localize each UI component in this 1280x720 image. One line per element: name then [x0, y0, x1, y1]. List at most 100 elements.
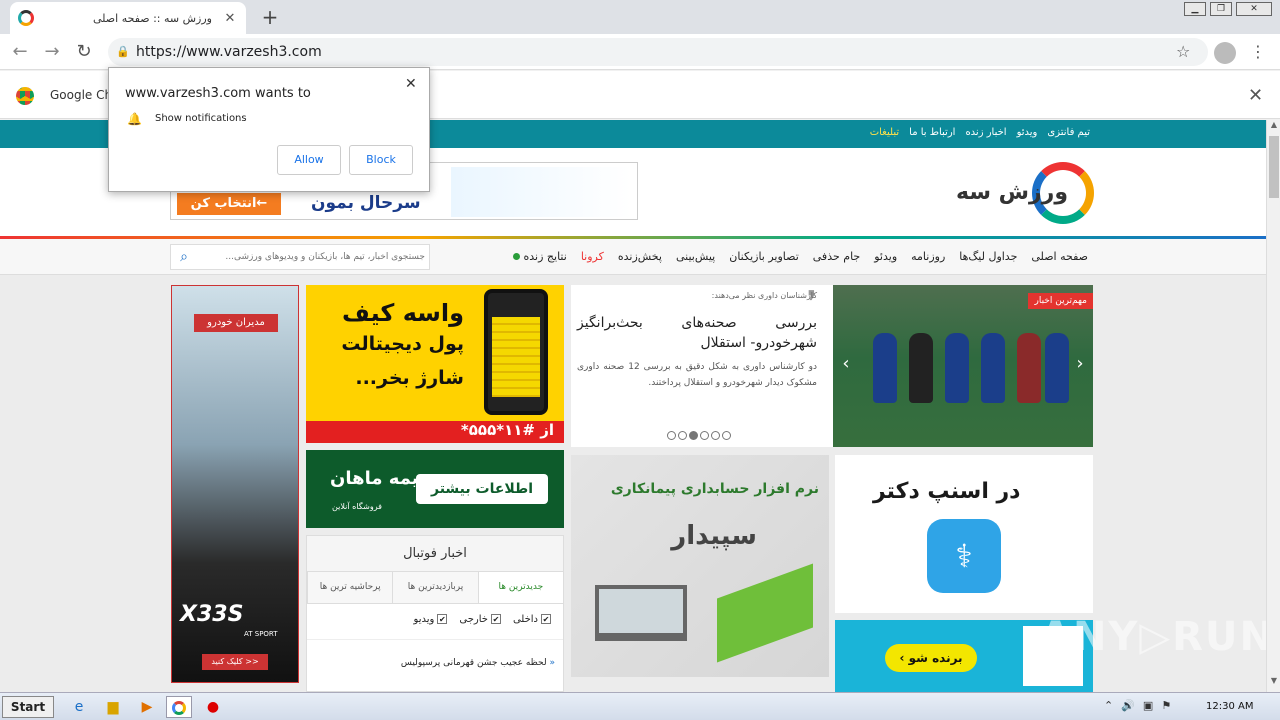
- warning-app-icon[interactable]: ●: [200, 696, 226, 718]
- charge-ad-banner[interactable]: واسه کیف پول دیجیتالت شارژ بخر... از #۱۱…: [306, 285, 564, 443]
- filter-foreign[interactable]: ✔خارجی: [459, 614, 501, 631]
- live-dot-icon: [512, 253, 520, 260]
- maximize-button[interactable]: ❐: [1210, 2, 1232, 16]
- car-ad-cta[interactable]: کلیک کنید >>: [202, 654, 268, 670]
- chrome-taskbar-icon[interactable]: [166, 696, 192, 718]
- slider-dot[interactable]: [700, 431, 709, 440]
- snapp-doctor-ad[interactable]: در اسنپ دکتر ⚕: [835, 455, 1093, 613]
- slider-headline[interactable]: بررسی صحنه‌های بحث‌برانگیز شهرخودرو- است…: [577, 313, 817, 353]
- filter-domestic[interactable]: ✔داخلی: [513, 614, 551, 631]
- nav-home[interactable]: صفحه اصلی: [1031, 250, 1088, 263]
- nav-cup[interactable]: جام حذفی: [813, 250, 860, 263]
- tab-close-icon[interactable]: ✕: [222, 11, 238, 26]
- slider-dot[interactable]: [689, 431, 698, 440]
- nav-live-results[interactable]: نتایج زنده: [512, 250, 567, 263]
- checkbox-checked-icon[interactable]: ✔: [541, 614, 551, 624]
- checkbox-checked-icon[interactable]: ✔: [437, 614, 448, 624]
- charge-ad-line1: واسه کیف: [342, 299, 464, 327]
- scroll-down-icon[interactable]: ▼: [1267, 676, 1280, 690]
- tray-expand-icon[interactable]: ⌃: [1104, 699, 1113, 712]
- new-tab-button[interactable]: +: [258, 5, 282, 29]
- page-scrollbar[interactable]: ▲ ▼: [1266, 120, 1280, 692]
- sepidar-ad-line1: نرم افزار حسابداری پیمانکاری: [610, 481, 819, 497]
- tab-most-viewed[interactable]: پربازدیدترین ها: [392, 572, 478, 603]
- url-text[interactable]: https://www.varzesh3.com: [136, 44, 322, 60]
- browser-menu-icon[interactable]: ⋮: [1250, 42, 1266, 61]
- car-ad-sub: AT SPORT: [244, 630, 278, 638]
- filter-video[interactable]: ✔ویدیو: [414, 614, 448, 631]
- address-bar[interactable]: 🔒 https://www.varzesh3.com: [108, 38, 1208, 66]
- tab-title: ورزش سه :: صفحه اصلی: [93, 11, 212, 25]
- explorer-folder-icon[interactable]: ▆: [100, 696, 126, 718]
- window-close-button[interactable]: ✕: [1236, 2, 1272, 16]
- top-link-live-news[interactable]: اخبار زنده: [965, 127, 1006, 138]
- popup-close-icon[interactable]: ✕: [405, 76, 417, 92]
- infobar-text: Google Ch: [50, 88, 113, 102]
- site-logo-text: ورزش سه: [956, 180, 1068, 205]
- top-link-ads[interactable]: تبلیغات: [870, 127, 899, 138]
- car-ad-banner[interactable]: مدیران خودرو X33S AT SPORT کلیک کنید >>: [171, 285, 299, 683]
- slider-next-icon[interactable]: ›: [1069, 351, 1091, 377]
- news-filters: ✔داخلی ✔خارجی ✔ویدیو: [307, 606, 563, 640]
- nav-live-stream[interactable]: پخش‌زنده: [618, 250, 662, 263]
- top-link-video[interactable]: ویدئو: [1017, 127, 1038, 138]
- scrollbar-thumb[interactable]: [1269, 136, 1279, 198]
- slider-prev-icon[interactable]: ‹: [835, 351, 857, 377]
- slider-dot[interactable]: [667, 431, 676, 440]
- tab-bar: ورزش سه :: صفحه اصلی ✕ + ▁ ❐ ✕: [0, 0, 1280, 34]
- slider-badge: مهم‌ترین اخبار: [1028, 293, 1093, 309]
- popup-permission-text: Show notifications: [155, 113, 247, 124]
- minimize-button[interactable]: ▁: [1184, 2, 1206, 16]
- top-news-slider[interactable]: مهم‌ترین اخبار ‹ › ❜ کارشناسان داوری نظر…: [571, 285, 1093, 447]
- tab-most-controversial[interactable]: پرحاشیه ترین ها: [307, 572, 393, 603]
- media-player-icon[interactable]: ▶: [134, 696, 160, 718]
- nav-newspaper[interactable]: روزنامه: [911, 250, 945, 263]
- scroll-up-icon[interactable]: ▲: [1267, 120, 1280, 134]
- top-link-fantasy[interactable]: تیم فانتزی: [1047, 127, 1090, 138]
- tab-varzesh3[interactable]: ورزش سه :: صفحه اصلی ✕: [10, 2, 246, 34]
- volume-icon[interactable]: 🔊: [1121, 699, 1135, 712]
- flag-icon[interactable]: ⚑: [1161, 699, 1171, 712]
- bookmark-star-icon[interactable]: ☆: [1176, 42, 1190, 61]
- top-banner-cta[interactable]: انتخاب کن←: [177, 193, 281, 215]
- ie-icon[interactable]: e: [66, 696, 92, 718]
- sepidar-ad-banner[interactable]: نرم افزار حسابداری پیمانکاری سپیدار: [571, 455, 829, 677]
- top-link-contact[interactable]: ارتباط با ما: [909, 127, 955, 138]
- taskbar-clock[interactable]: 12:30 AM: [1206, 701, 1253, 712]
- profile-avatar-icon[interactable]: [1214, 42, 1236, 64]
- system-tray: ⌃ 🔊 ▣ ⚑: [1104, 699, 1171, 712]
- site-logo[interactable]: ورزش سه: [956, 162, 1096, 224]
- slider-photo[interactable]: مهم‌ترین اخبار ‹ ›: [833, 285, 1093, 447]
- nav-player-photos[interactable]: تصاویر بازیکنان: [729, 250, 799, 263]
- phone-icon: [484, 289, 548, 415]
- lock-icon[interactable]: 🔒: [116, 45, 130, 59]
- checkbox-checked-icon[interactable]: ✔: [490, 614, 501, 624]
- mahan-ad-banner[interactable]: بیمه ماهان فروشگاه آنلاین اطلاعات بیشتر: [306, 450, 564, 528]
- back-button[interactable]: ←: [8, 40, 32, 64]
- search-input[interactable]: [197, 252, 429, 262]
- slider-dot[interactable]: [678, 431, 687, 440]
- snapp-doctor-title: در اسنپ دکتر: [873, 479, 1021, 504]
- network-icon[interactable]: ▣: [1143, 699, 1153, 712]
- forward-button[interactable]: →: [40, 40, 64, 64]
- winner-ad-button[interactable]: برنده شو ›: [885, 644, 977, 672]
- nav-league-tables[interactable]: جداول لیگ‌ها: [959, 250, 1017, 263]
- start-button[interactable]: Start: [2, 696, 54, 718]
- news-tabs: جدیدترین ها پربازدیدترین ها پرحاشیه ترین…: [307, 572, 563, 604]
- mahan-ad-button[interactable]: اطلاعات بیشتر: [416, 474, 548, 504]
- nav-predictions[interactable]: پیش‌بینی: [676, 250, 715, 263]
- allow-button[interactable]: Allow: [277, 145, 341, 175]
- list-item[interactable]: « لحظه عجیب جشن قهرمانی پرسپولیس: [401, 658, 555, 668]
- block-button[interactable]: Block: [349, 145, 413, 175]
- nav-corona[interactable]: کرونا: [581, 250, 604, 263]
- infobar-close-icon[interactable]: ✕: [1248, 85, 1263, 106]
- reload-button[interactable]: ↻: [72, 40, 96, 64]
- car-ad-model: X33S: [180, 602, 244, 627]
- search-icon[interactable]: ⌕: [171, 249, 197, 265]
- slider-dot[interactable]: [722, 431, 731, 440]
- nav-video[interactable]: ویدئو: [874, 250, 897, 263]
- site-search: ⌕: [170, 244, 430, 270]
- tab-latest[interactable]: جدیدترین ها: [477, 572, 563, 603]
- notification-permission-popup: www.varzesh3.com wants to ✕ 🔔 Show notif…: [108, 67, 430, 192]
- slider-dot[interactable]: [711, 431, 720, 440]
